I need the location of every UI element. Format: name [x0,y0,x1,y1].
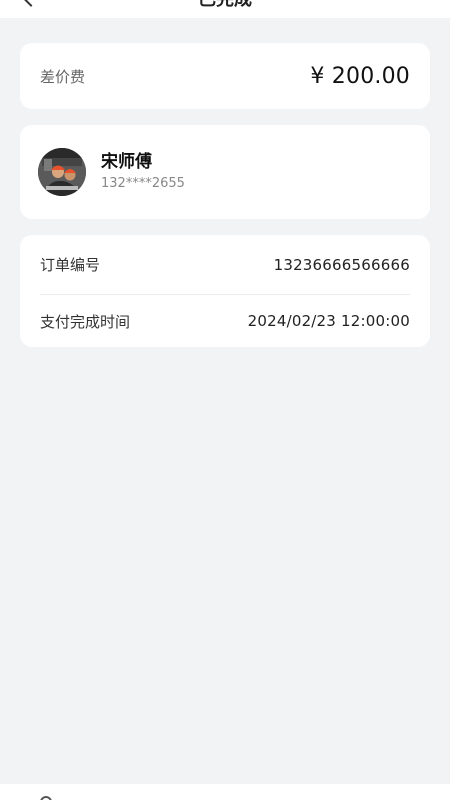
circle-icon[interactable] [40,796,52,800]
worker-name: 宋师傅 [101,152,152,172]
payment-time-value: 2024/02/23 12:00:00 [247,312,410,330]
worker-card[interactable]: 宋师傅 132****2655 [20,125,430,219]
payment-time-row: 支付完成时间 2024/02/23 12:00:00 [40,294,410,347]
order-number-value: 13236666566666 [273,255,410,274]
order-number-row: 订单编号 13236666566666 [40,235,410,294]
worker-phone: 132****2655 [101,176,185,191]
price-label: 差价费 [40,67,86,86]
price-amount: ¥ 200.00 [310,63,410,89]
avatar [38,148,86,196]
nav-bar: 已完成 [0,0,450,18]
worker-avatar-icon [38,148,86,196]
price-card: 差价费 ¥ 200.00 [20,43,430,109]
order-number-label: 订单编号 [40,256,101,274]
payment-time-label: 支付完成时间 [40,312,131,331]
order-info-card: 订单编号 13236666566666 支付完成时间 2024/02/23 12… [20,235,430,347]
page-title: 已完成 [0,0,450,12]
bottom-bar [0,784,450,800]
